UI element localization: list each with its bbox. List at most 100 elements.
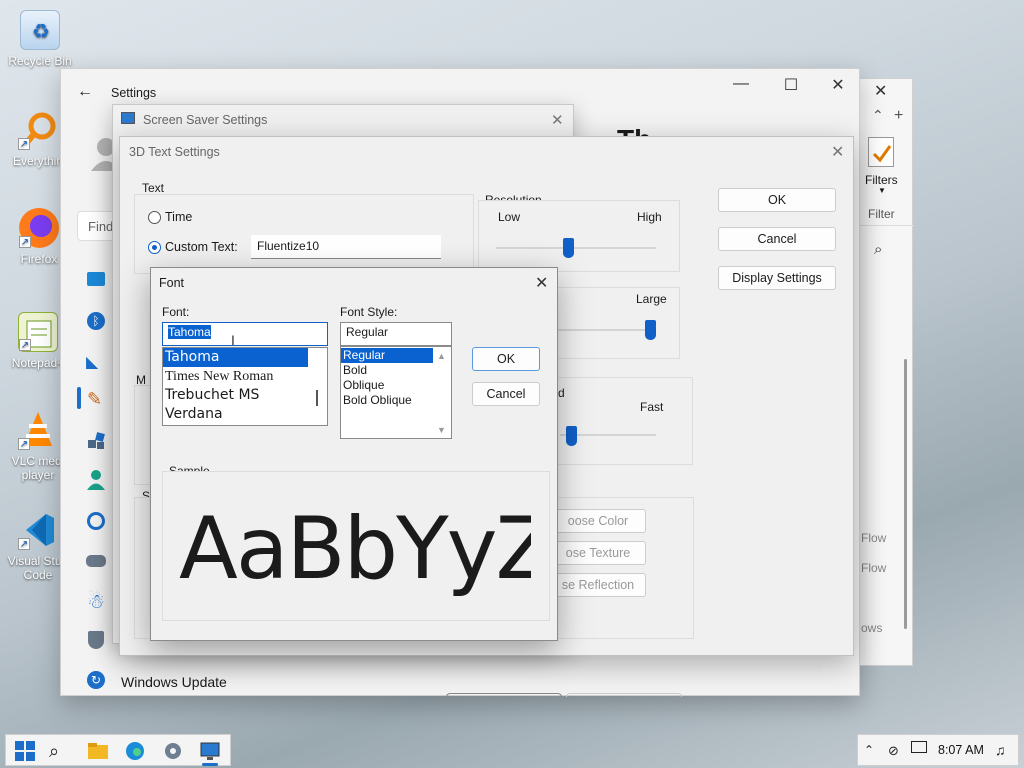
sidebar-item-windows-update[interactable]: Windows Update (121, 674, 227, 690)
resolution-slider-thumb[interactable] (563, 238, 574, 258)
display-icon[interactable] (911, 741, 927, 753)
chevron-up-icon[interactable]: ⌃ (864, 743, 874, 757)
edge-icon[interactable] (124, 740, 146, 762)
windows-update-icon[interactable]: ↻ (87, 671, 105, 689)
list-item[interactable]: Trebuchet MS (163, 386, 327, 405)
text-group (134, 194, 474, 274)
shortcut-arrow-icon: ↗ (18, 538, 30, 550)
close-icon[interactable]: ✕ (831, 142, 844, 162)
shortcut-arrow-icon: ↗ (18, 438, 30, 450)
search-icon[interactable]: ⌕ (49, 740, 71, 762)
ok-button[interactable]: OK (718, 188, 836, 212)
list-item[interactable]: Oblique (341, 378, 451, 393)
button-edge (566, 693, 682, 697)
file-explorer-icon[interactable] (87, 740, 109, 762)
custom-text-input[interactable]: Fluentize10 (251, 235, 441, 259)
minimize-icon[interactable]: — (726, 75, 756, 93)
accounts-icon[interactable] (87, 469, 105, 491)
list-item[interactable]: Times New Roman (163, 367, 327, 386)
list-item[interactable]: Bold (341, 363, 451, 378)
choose-color-button[interactable]: oose Color (550, 509, 646, 533)
fast-label: Fast (640, 400, 664, 414)
close-icon[interactable]: ✕ (551, 111, 564, 129)
font-style-input[interactable]: Regular (340, 322, 452, 346)
cancel-button[interactable]: Cancel (472, 382, 540, 406)
privacy-shield-icon[interactable] (88, 631, 104, 649)
search-icon[interactable]: ⌕ (874, 241, 882, 258)
size-slider-thumb[interactable] (645, 320, 656, 340)
background-window: ✕ ⌃ + Filters ▼ Filter ⌕ Flow Flow ows (855, 78, 914, 666)
clock[interactable]: 8:07 AM (938, 743, 984, 757)
search-input[interactable]: Find (77, 211, 117, 241)
close-icon[interactable]: ✕ (874, 81, 887, 101)
dialog-title: 3D Text Settings (129, 145, 220, 159)
network-icon[interactable]: ◣ (86, 352, 98, 372)
vlc-icon: ↗ (18, 410, 58, 450)
dialog-title: Font (159, 276, 185, 290)
list-item[interactable]: Regular (341, 348, 433, 363)
resolution-slider-track[interactable] (496, 247, 656, 249)
font-name-input[interactable]: Tahoma (162, 322, 328, 346)
personalization-icon[interactable]: ✎ (87, 389, 102, 410)
font-list[interactable]: Tahoma Times New Roman Trebuchet MS Verd… (162, 347, 328, 426)
list-item[interactable]: Bold Oblique (341, 393, 451, 408)
font-label: Font: (162, 305, 190, 319)
shortcut-arrow-icon: ↗ (19, 236, 31, 248)
screen-saver-app-icon[interactable] (199, 740, 221, 762)
close-icon[interactable]: ✕ (823, 75, 853, 95)
custom-text-radio[interactable] (148, 241, 161, 254)
close-icon[interactable]: ✕ (535, 273, 548, 293)
time-radio[interactable] (148, 211, 161, 224)
svg-text:♻: ♻ (32, 21, 50, 43)
start-icon[interactable] (14, 740, 36, 762)
notifications-bell-icon[interactable]: ♫ (995, 742, 1006, 758)
choose-texture-button[interactable]: ose Texture (550, 541, 646, 565)
list-item[interactable]: Tahoma (163, 348, 308, 367)
list-item[interactable]: Verdana (163, 405, 327, 424)
filters-icon[interactable] (868, 137, 894, 167)
display-settings-button[interactable]: Display Settings (718, 266, 836, 290)
everything-search-icon: ↗ (18, 110, 58, 150)
choose-reflection-button[interactable]: se Reflection (550, 573, 646, 597)
speed-label: d (558, 386, 565, 400)
divider (856, 225, 914, 226)
low-label: Low (498, 210, 521, 224)
settings-gear-icon[interactable] (162, 740, 184, 762)
network-icon[interactable]: ⊘ (888, 743, 899, 759)
high-label: High (637, 210, 662, 224)
filters-label: Filters (865, 173, 898, 187)
font-dialog: Font ✕ Font: Tahoma I Tahoma Times New R… (150, 267, 558, 641)
sample-text: AaBbYyZ (179, 499, 531, 599)
font-name-value: Tahoma (168, 325, 211, 339)
bluetooth-icon[interactable]: ᛒ (87, 312, 105, 330)
dialog-title: Screen Saver Settings (143, 113, 268, 127)
selected-indicator (77, 387, 81, 409)
gaming-icon[interactable] (86, 555, 106, 567)
speed-slider-thumb[interactable] (566, 426, 577, 446)
system-icon[interactable] (87, 272, 105, 286)
accessibility-icon[interactable]: ☃ (87, 589, 105, 614)
font-style-label: Font Style: (340, 305, 398, 319)
taskbar: ⌕ ⌃ ⊘ 8:07 AM ♫ (0, 734, 1024, 768)
chevron-up-icon[interactable]: ⌃ (872, 107, 884, 124)
ok-button[interactable]: OK (472, 347, 540, 371)
plus-icon[interactable]: + (894, 107, 903, 125)
time-language-icon[interactable] (87, 512, 105, 530)
button-edge (446, 693, 562, 697)
back-icon[interactable]: ← (77, 83, 93, 101)
cancel-button[interactable]: Cancel (718, 227, 836, 251)
large-label: Large (636, 292, 667, 306)
desktop-icon-label: Recycle Bin (8, 54, 72, 68)
font-style-list[interactable]: Regular Bold Oblique Bold Oblique ▲ ▼ (340, 346, 452, 439)
maximize-icon[interactable]: ☐ (776, 75, 806, 95)
desktop-icon-recycle-bin[interactable]: ♻ Recycle Bin (2, 10, 78, 68)
firefox-icon: ↗ (19, 208, 59, 248)
scrollbar[interactable] (316, 390, 318, 406)
window-title: Settings (111, 86, 157, 100)
scroll-up-icon[interactable]: ▲ (437, 349, 446, 364)
scroll-down-icon[interactable]: ▼ (437, 423, 446, 438)
apps-icon[interactable] (87, 432, 105, 450)
scrollbar[interactable] (904, 359, 907, 629)
text-group-label: Text (142, 181, 165, 195)
shortcut-arrow-icon: ↗ (18, 138, 30, 150)
